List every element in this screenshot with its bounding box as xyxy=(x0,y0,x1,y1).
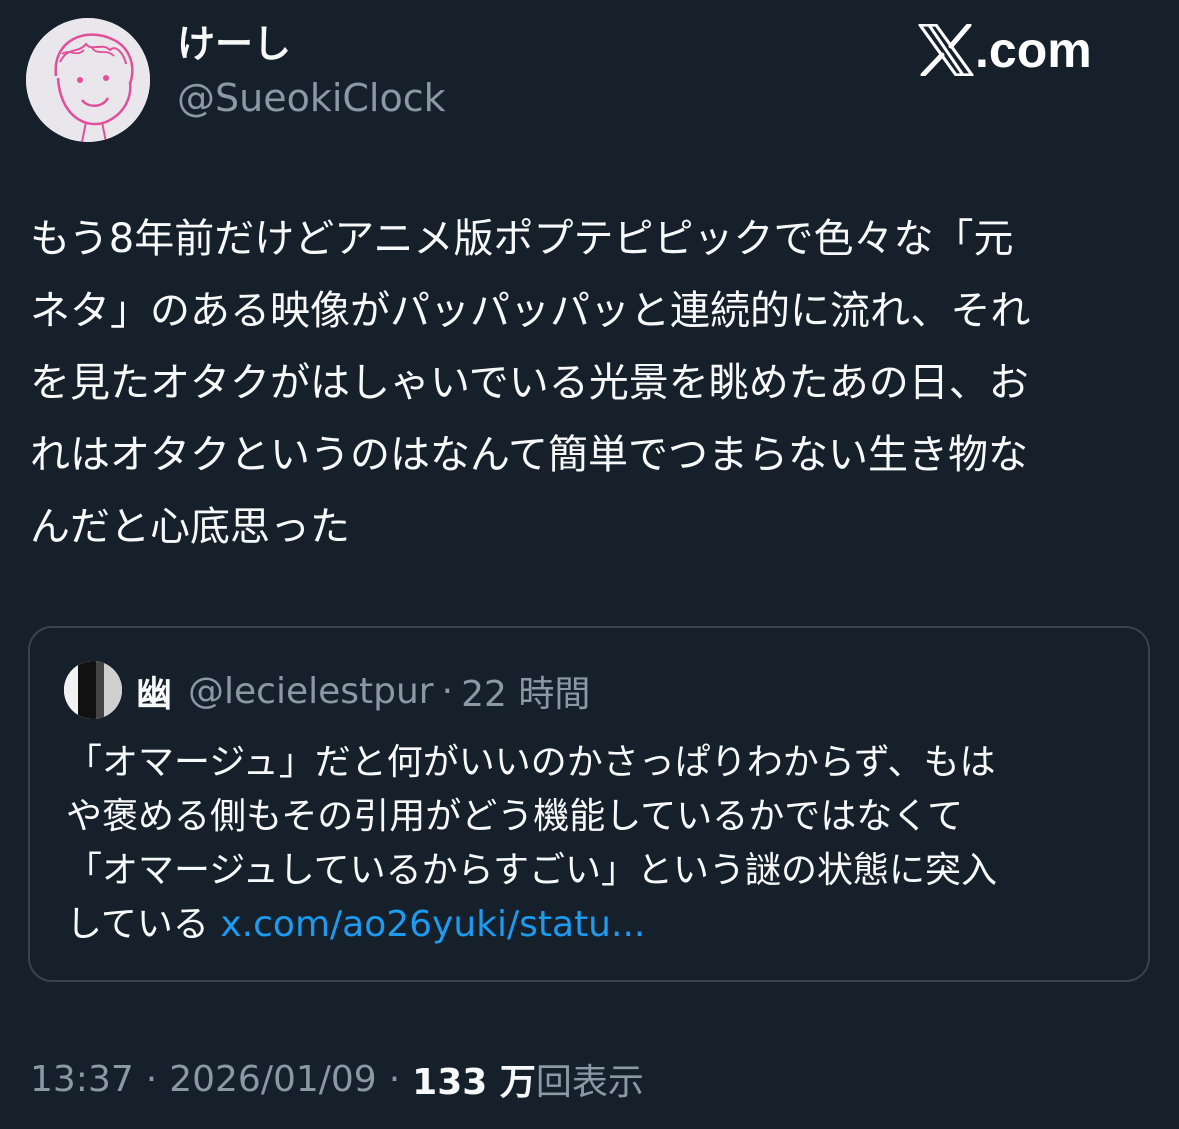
quoted-author-handle[interactable]: @lecielestpur xyxy=(188,671,434,712)
quoted-tweet-link[interactable]: x.com/ao26yuki/statu... xyxy=(220,904,645,945)
views-count: 133 万 xyxy=(412,1062,536,1103)
dark-figure-avatar-icon xyxy=(64,661,122,719)
quoted-author-avatar[interactable] xyxy=(64,661,122,719)
meta-separator: · xyxy=(388,1058,401,1100)
quoted-tweet-text: 「オマージュ」だと何がいいのかさっぱりわからず、もは や褒める側もその引用がどう… xyxy=(66,736,1126,952)
author-handle[interactable]: @SueokiClock xyxy=(177,74,446,122)
tweet-meta: 13:37 · 2026/01/09 · 133 万 回表示 xyxy=(30,1052,644,1106)
quoted-tweet-card[interactable]: 幽 @lecielestpur · 22 時間 「オマージュ」だと何がいいのかさ… xyxy=(28,626,1150,982)
quoted-author-name[interactable]: 幽 xyxy=(136,665,172,717)
x-logo-icon xyxy=(918,24,974,76)
x-com-branding: .com xyxy=(918,18,1092,82)
tweet-time[interactable]: 13:37 xyxy=(30,1059,134,1100)
tweet-date[interactable]: 2026/01/09 xyxy=(169,1059,377,1100)
hand-drawn-face-avatar-icon xyxy=(26,18,150,142)
views-label: 回表示 xyxy=(535,1062,644,1103)
x-com-label: .com xyxy=(975,22,1092,78)
quoted-tweet-time[interactable]: 22 時間 xyxy=(461,665,590,717)
tweet-text: もう8年前だけどアニメ版ポプテピピックで色々な「元 ネタ」のある映像がパッパッパ… xyxy=(30,216,1031,550)
author-display-name[interactable]: けーし xyxy=(177,18,291,70)
meta-separator: · xyxy=(145,1058,158,1100)
quoted-header-separator: · xyxy=(441,670,454,712)
author-avatar[interactable] xyxy=(26,18,150,142)
quoted-tweet-header: 幽 @lecielestpur · 22 時間 xyxy=(136,666,590,716)
